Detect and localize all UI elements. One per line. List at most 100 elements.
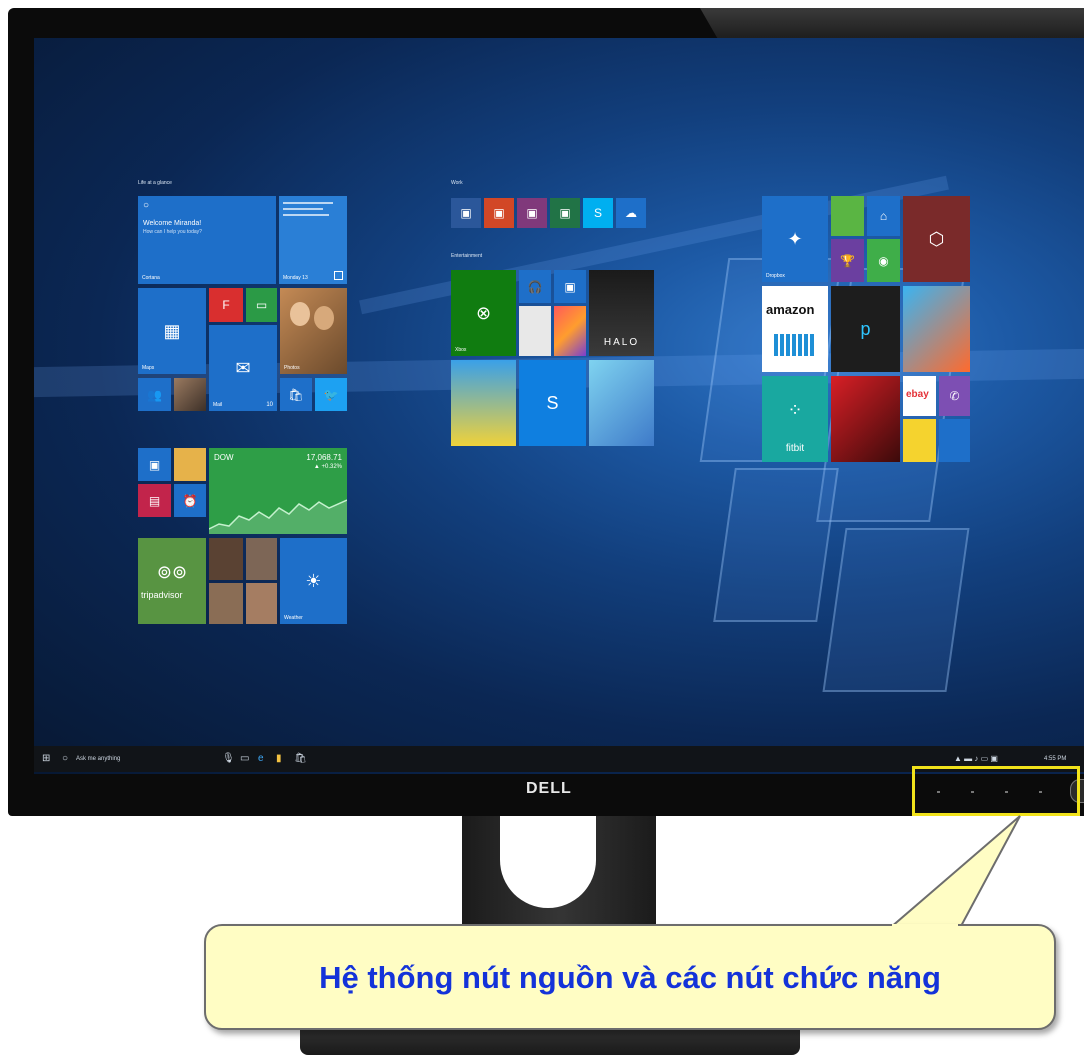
phone-icon: ✆ — [949, 389, 960, 403]
tile-app-red[interactable]: ▤ — [138, 484, 171, 517]
chat-icon: ▭ — [255, 298, 268, 312]
tile-dropbox[interactable]: ✦ Dropbox — [762, 196, 828, 282]
tile-money[interactable]: DOW 17,068.71 ▲ +0.32% — [209, 448, 347, 534]
search-icon[interactable]: ○ — [62, 752, 68, 766]
grid-icon: ▤ — [148, 493, 161, 508]
tile-skype[interactable]: S — [583, 198, 613, 228]
tile-powerpoint[interactable]: ▣ — [484, 198, 514, 228]
tile-photos[interactable]: Photos — [280, 288, 347, 374]
store-icon[interactable]: 🛍 — [294, 752, 307, 766]
tile-twitter[interactable]: 🐦 — [315, 378, 347, 411]
money-index-value: 17,068.71 — [306, 453, 342, 462]
tile-groove[interactable]: 🎧 — [519, 270, 551, 303]
tile-trophy[interactable]: 🏆 — [831, 239, 864, 282]
tile-app-blue-square[interactable] — [939, 419, 970, 462]
tile-dragon-game[interactable] — [903, 286, 970, 372]
calendar-caption: Monday 13 — [283, 275, 308, 281]
tile-game-character[interactable] — [174, 448, 206, 481]
tile-fitbit[interactable]: ⁘ fitbit — [762, 376, 828, 462]
tile-pics-art[interactable]: p — [831, 286, 900, 372]
owl-eyes-icon: ⊚⊚ — [156, 562, 188, 583]
microphone-icon[interactable]: 🎙 — [222, 752, 235, 766]
wallpaper-window-pane — [822, 528, 970, 692]
dell-logo: DELL — [526, 780, 572, 797]
weather-caption: Weather — [284, 615, 303, 621]
ebay-text: ebay — [906, 389, 929, 400]
tile-ebay[interactable]: ebay — [903, 376, 936, 416]
dropbox-caption: Dropbox — [766, 273, 785, 279]
cortana-caption: Cortana — [142, 275, 160, 281]
tile-app-green[interactable] — [831, 196, 864, 236]
tile-onenote[interactable]: ▣ — [517, 198, 547, 228]
outlook-icon: ▣ — [460, 206, 472, 220]
clock[interactable]: 4:55 PM — [1044, 752, 1066, 766]
tile-people[interactable]: 👥 — [138, 378, 171, 411]
tile-person-photo[interactable] — [209, 538, 243, 580]
tile-person-photo[interactable] — [246, 583, 277, 624]
photo-face — [314, 306, 334, 330]
mail-badge: 10 — [266, 402, 273, 408]
trophy-icon: 🏆 — [840, 253, 855, 268]
tile-person-photo[interactable] — [209, 583, 243, 624]
tile-xbox[interactable]: ⊗ Xbox — [451, 270, 516, 356]
cortana-circle-icon: ○ — [143, 200, 150, 211]
tile-weather[interactable]: ☀ Weather — [280, 538, 347, 624]
tile-frozen[interactable] — [589, 360, 654, 446]
button-highlight-box — [912, 766, 1080, 816]
house-icon: ⌂ — [879, 209, 888, 223]
tile-alarms[interactable]: ⏰ — [174, 484, 206, 517]
file-explorer-icon[interactable]: ▮ — [276, 752, 282, 766]
store-icon: 🛍 — [288, 387, 304, 402]
excel-icon: ▣ — [559, 206, 571, 220]
tile-messaging[interactable]: ▭ — [246, 288, 277, 322]
xbox-caption: Xbox — [455, 347, 467, 353]
cloud-icon: ☁ — [625, 206, 637, 220]
tile-hexagon-app[interactable]: ⬡ — [903, 196, 970, 282]
tile-racing-game[interactable] — [831, 376, 900, 462]
search-input[interactable]: Ask me anything — [76, 752, 120, 766]
tile-calendar[interactable]: Monday 13 — [279, 196, 347, 284]
maps-icon: ▦ — [163, 321, 181, 341]
tile-excel[interactable]: ▣ — [550, 198, 580, 228]
photos-caption: Photos — [284, 365, 300, 371]
callout-box: Hệ thống nút nguồn và các nút chức năng — [204, 924, 1056, 1030]
windows-start-icon[interactable]: ⊞ — [42, 752, 50, 766]
tile-cortana[interactable]: ○ Welcome Miranda! How can I help you to… — [138, 196, 276, 284]
tile-line[interactable]: ◉ — [867, 239, 900, 282]
tile-onedrive[interactable]: ☁ — [616, 198, 646, 228]
tile-picsart[interactable] — [554, 306, 586, 356]
cortana-subtitle: How can I help you today? — [143, 229, 202, 235]
tile-movies[interactable]: ▣ — [554, 270, 586, 303]
tile-flipboard[interactable]: F — [209, 288, 243, 322]
tile-contact-photo[interactable] — [174, 378, 206, 411]
tile-store[interactable]: 🛍 — [280, 378, 312, 411]
edge-icon[interactable]: e — [258, 752, 264, 766]
task-view-icon[interactable]: ▭ — [240, 752, 249, 766]
tile-maps[interactable]: ▦ Maps — [138, 288, 206, 374]
tile-viber[interactable]: ✆ — [939, 376, 970, 416]
tile-news[interactable]: ▣ — [138, 448, 171, 481]
tile-minions[interactable] — [451, 360, 516, 446]
tile-person-photo[interactable] — [246, 538, 277, 580]
tile-mail[interactable]: ✉ Mail 10 — [209, 325, 277, 411]
tile-app-blue[interactable]: ⌂ — [867, 196, 900, 236]
stand-cable-hole — [500, 816, 596, 908]
headphones-icon: 🎧 — [527, 279, 543, 294]
alarm-clock-icon: ⏰ — [182, 493, 198, 508]
tile-amazon[interactable]: amazon — [762, 286, 828, 372]
tile-app-white[interactable] — [519, 306, 551, 356]
system-tray-icons[interactable]: ▲ ▬ ♪ ▭ ▣ — [954, 752, 998, 766]
tile-tripadvisor[interactable]: ⊚⊚ tripadvisor — [138, 538, 206, 624]
group-label-life: Life at a glance — [138, 180, 172, 186]
sun-icon: ☀ — [305, 571, 322, 591]
tile-outlook[interactable]: ▣ — [451, 198, 481, 228]
tile-app-yellow[interactable] — [903, 419, 936, 462]
people-icon: 👥 — [147, 387, 162, 402]
tile-shazam[interactable]: S — [519, 360, 586, 446]
mail-caption: Mail — [213, 402, 223, 408]
tile-halo[interactable]: HALO — [589, 270, 654, 356]
money-index-change: ▲ +0.32% — [313, 464, 342, 470]
powerpoint-icon: ▣ — [493, 206, 505, 220]
mail-icon: ✉ — [235, 358, 251, 378]
halo-text: HALO — [603, 337, 640, 348]
